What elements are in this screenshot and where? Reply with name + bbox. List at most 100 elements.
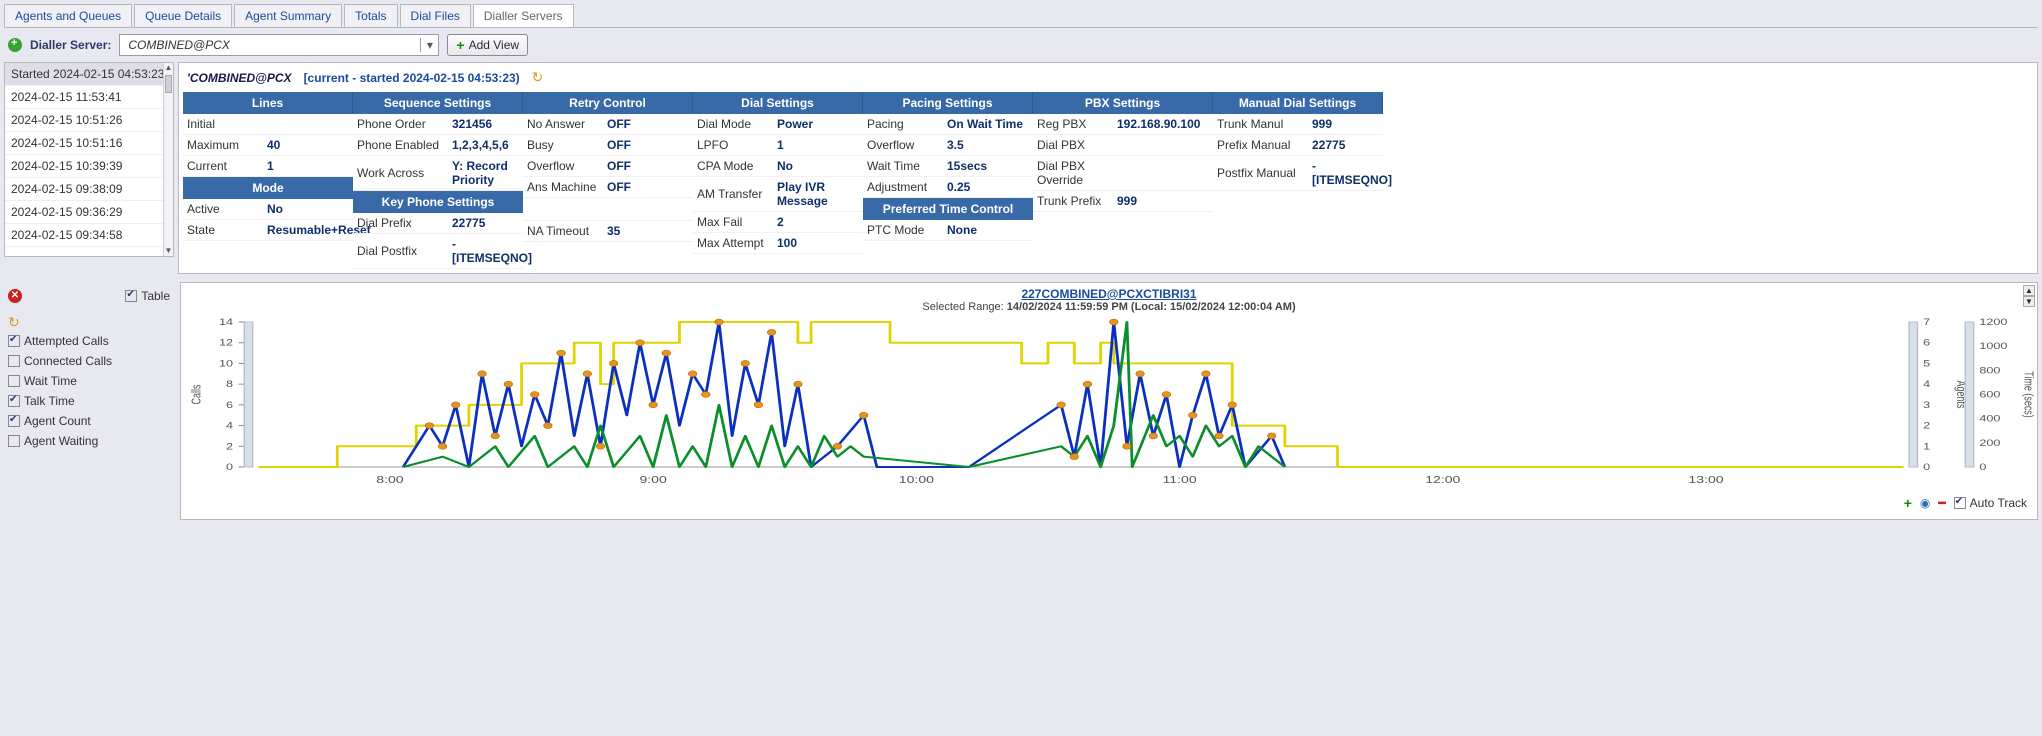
tab-agent-summary[interactable]: Agent Summary (234, 4, 342, 27)
k-trunkpre: Trunk Prefix (1037, 194, 1117, 208)
v-enabled: 1,2,3,4,5,6 (452, 138, 509, 152)
add-view-label: Add View (469, 38, 519, 52)
tab-dial-files[interactable]: Dial Files (400, 4, 471, 27)
k-lpfo: LPFO (697, 138, 777, 152)
v-cpa: No (777, 159, 793, 173)
v-dmode: Power (777, 117, 813, 131)
chart-title-link[interactable]: 227COMBINED@PCXCTIBRI31 (1021, 287, 1196, 301)
tabs: Agents and QueuesQueue DetailsAgent Summ… (4, 4, 2038, 28)
server-label: Dialler Server: (30, 38, 111, 52)
v-maxfail: 2 (777, 215, 784, 229)
svg-text:8:00: 8:00 (376, 474, 404, 485)
scrollbar[interactable]: ▲ ▼ (163, 63, 173, 256)
v-lpfo: 1 (777, 138, 784, 152)
k-dialpbx: Dial PBX (1037, 138, 1117, 152)
series-label: Connected Calls (24, 354, 112, 368)
k-mpostfix: Postfix Manual (1217, 166, 1312, 180)
details-server-name: 'COMBINED@PCX (187, 71, 292, 85)
series-toggle-agents[interactable]: Agent Count (8, 411, 170, 431)
col-retry: No AnswerOFF BusyOFF OverflowOFF Ans Mac… (523, 114, 693, 269)
svg-text:10: 10 (219, 359, 233, 369)
chart-svg[interactable]: 02468101214Calls01234567Agents0200400600… (181, 317, 2037, 487)
k-max: Maximum (187, 138, 267, 152)
svg-text:4: 4 (1923, 380, 1930, 390)
series-toggle-attempted[interactable]: Attempted Calls (8, 331, 170, 351)
auto-track-label: Auto Track (1970, 496, 2027, 510)
scroll-down-icon[interactable]: ▼ (164, 246, 173, 256)
timestamp-list[interactable]: Started 2024-02-15 04:53:232024-02-15 11… (4, 62, 174, 257)
tab-totals[interactable]: Totals (344, 4, 397, 27)
scroll-up-icon[interactable]: ▲ (2023, 285, 2035, 296)
timestamp-item[interactable]: 2024-02-15 10:39:39 (5, 155, 173, 178)
scroll-up-icon[interactable]: ▲ (164, 63, 173, 73)
table-toggle[interactable]: Table (125, 286, 170, 306)
svg-text:1200: 1200 (1979, 318, 2007, 328)
zoom-in-icon[interactable]: + (1904, 496, 1912, 510)
tab-agents-and-queues[interactable]: Agents and Queues (4, 4, 132, 27)
globe-icon[interactable]: ◉ (1920, 496, 1930, 510)
k-busy: Busy (527, 138, 607, 152)
series-toggle-connected[interactable]: Connected Calls (8, 351, 170, 371)
timestamp-item[interactable]: 2024-02-15 10:51:16 (5, 132, 173, 155)
timestamp-item[interactable]: Started 2024-02-15 04:53:23 (5, 63, 173, 86)
series-toggle-talk[interactable]: Talk Time (8, 391, 170, 411)
chart-vscroll[interactable]: ▲ ▼ (2023, 285, 2035, 307)
svg-text:2: 2 (226, 442, 233, 452)
close-icon[interactable]: ✕ (8, 289, 22, 303)
v-cur: 1 (267, 159, 274, 173)
tab-queue-details[interactable]: Queue Details (134, 4, 232, 27)
timestamp-item[interactable]: 2024-02-15 09:36:29 (5, 201, 173, 224)
k-noanswer: No Answer (527, 117, 607, 131)
col-manual: Trunk Manul999 Prefix Manual22775 Postfi… (1213, 114, 1383, 269)
col-lines: Initial Maximum40 Current1 Mode ActiveNo… (183, 114, 353, 269)
add-server-icon[interactable] (8, 38, 22, 52)
server-select-value: COMBINED@PCX (120, 38, 420, 52)
v-dpostfix: -[ITEMSEQNO] (452, 237, 532, 265)
svg-text:11:00: 11:00 (1163, 474, 1197, 485)
v-adj: 0.25 (947, 180, 970, 194)
chevron-down-icon[interactable]: ▾ (420, 38, 438, 52)
k-povf: Overflow (867, 138, 947, 152)
scroll-down-icon[interactable]: ▼ (2023, 296, 2035, 307)
k-ptc: PTC Mode (867, 223, 947, 237)
svg-text:600: 600 (1979, 390, 2000, 400)
svg-text:9:00: 9:00 (639, 474, 667, 485)
auto-track-toggle[interactable]: Auto Track (1954, 493, 2027, 513)
checkbox-icon (8, 335, 20, 347)
k-enabled: Phone Enabled (357, 138, 452, 152)
timestamp-item[interactable]: 2024-02-15 11:53:41 (5, 86, 173, 109)
chart-subtitle-value: 14/02/2024 11:59:59 PM (Local: 15/02/202… (1007, 301, 1296, 313)
hdr-manual: Manual Dial Settings (1213, 92, 1383, 114)
svg-text:800: 800 (1979, 366, 2000, 376)
v-regpbx: 192.168.90.100 (1117, 117, 1200, 131)
series-label: Talk Time (24, 394, 75, 408)
v-maxatt: 100 (777, 236, 797, 250)
timestamp-item[interactable]: 2024-02-15 10:51:26 (5, 109, 173, 132)
timestamp-item[interactable]: 2024-02-15 09:34:58 (5, 224, 173, 247)
k-dpostfix: Dial Postfix (357, 244, 452, 258)
k-work: Work Across (357, 166, 452, 180)
k-wait: Wait Time (867, 159, 947, 173)
add-view-button[interactable]: + Add View (447, 34, 528, 56)
col-pbx: Reg PBX192.168.90.100 Dial PBX Dial PBX … (1033, 114, 1213, 269)
k-cur: Current (187, 159, 267, 173)
k-cpa: CPA Mode (697, 159, 777, 173)
k-ans: Ans Machine (527, 180, 607, 194)
refresh-icon[interactable]: ↻ (532, 69, 544, 86)
series-toggle-wait[interactable]: Wait Time (8, 371, 170, 391)
checkbox-icon (8, 435, 20, 447)
scroll-thumb[interactable] (165, 75, 172, 93)
svg-text:5: 5 (1923, 359, 1930, 369)
tab-dialler-servers[interactable]: Dialler Servers (473, 4, 574, 27)
refresh-chart-icon[interactable]: ↻ (8, 314, 20, 330)
k-maxfail: Max Fail (697, 215, 777, 229)
timestamp-item[interactable]: 2024-02-15 09:38:09 (5, 178, 173, 201)
zoom-out-icon[interactable]: ━ (1938, 496, 1945, 510)
v-work: Y: Record Priority (452, 159, 519, 187)
plus-icon: + (456, 38, 464, 52)
hdr-pbx: PBX Settings (1033, 92, 1213, 114)
series-toggle-waiting[interactable]: Agent Waiting (8, 431, 170, 451)
server-select[interactable]: COMBINED@PCX ▾ (119, 34, 439, 56)
checkbox-icon (125, 290, 137, 302)
svg-text:1000: 1000 (1979, 342, 2007, 352)
